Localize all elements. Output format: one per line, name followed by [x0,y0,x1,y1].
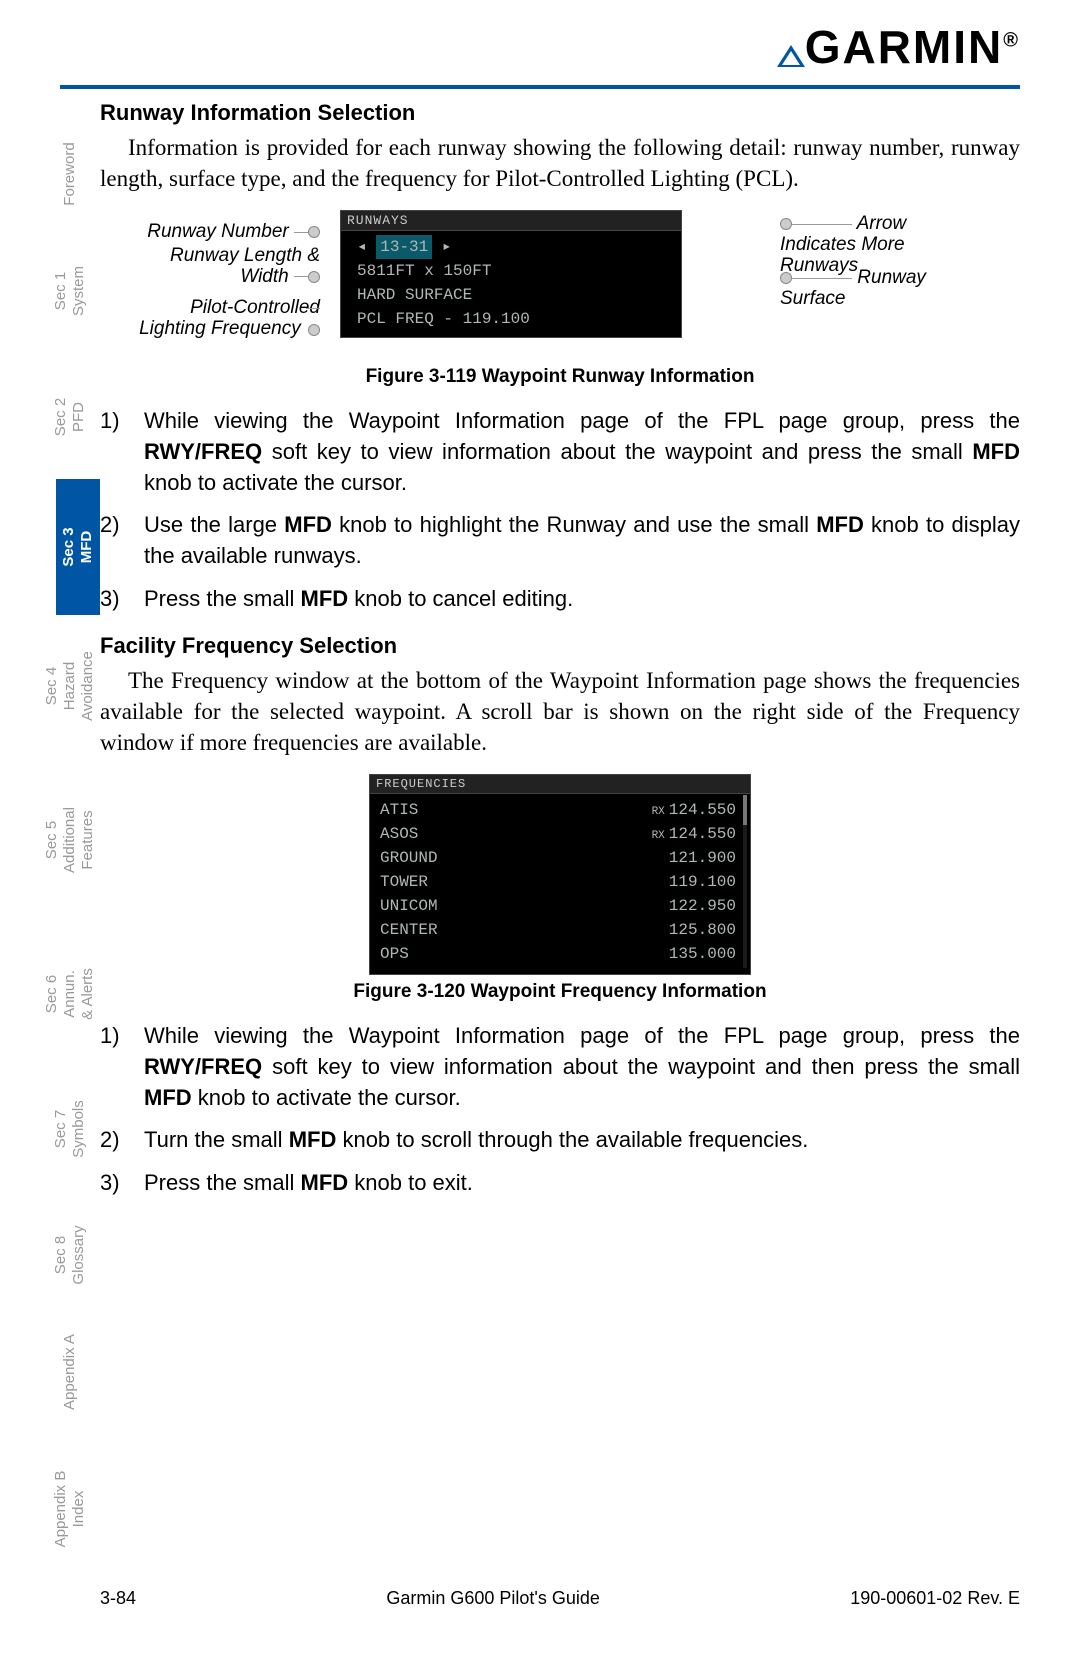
step-2: 2)Use the large MFD knob to highlight th… [100,510,1020,572]
callout-surface: Runway Surface [780,268,940,310]
figure-caption-120: Figure 3-120 Waypoint Frequency Informat… [100,981,1020,1003]
footer: 3-84 Garmin G600 Pilot's Guide 190-00601… [100,1588,1020,1609]
doc-title: Garmin G600 Pilot's Guide [386,1588,600,1609]
heading-runway-info: Runway Information Selection [100,100,1020,126]
step-1b: 1)While viewing the Waypoint Information… [100,1021,1020,1113]
freq-box-title: FREQUENCIES [370,775,750,794]
freq-row: TOWER119.100 [380,870,736,894]
main-content: Runway Information Selection Information… [100,100,1020,1217]
tab-sec5-additional[interactable]: Sec 5AdditionalFeatures [43,780,97,900]
step-3b: 3)Press the small MFD knob to exit. [100,1168,1020,1199]
figure-runway: Runway Number Runway Length & Width Pilo… [100,210,1020,360]
callout-pcl: Pilot-Controlled Lighting Frequency [130,298,320,361]
runway-id-selected[interactable]: 13-31 [376,235,432,259]
steps-frequency: 1)While viewing the Waypoint Information… [100,1021,1020,1199]
brand-logo: GARMIN® [777,20,1020,78]
tab-sec4-hazard[interactable]: Sec 4HazardAvoidance [43,626,97,746]
heading-facility-freq: Facility Frequency Selection [100,633,1020,659]
freq-scrollbar[interactable] [743,795,747,968]
tab-appendix-b[interactable]: Appendix BIndex [52,1449,88,1569]
tab-sec8-glossary[interactable]: Sec 8Glossary [52,1195,88,1315]
tab-sec6-annun[interactable]: Sec 6Annun.& Alerts [43,934,97,1054]
runway-box-title: RUNWAYS [341,211,681,231]
doc-rev: 190-00601-02 Rev. E [850,1588,1020,1609]
runway-dims: 5811FT x 150FT [357,259,671,283]
freq-row: GROUND121.900 [380,846,736,870]
freq-row: CENTER125.800 [380,918,736,942]
tab-appendix-a[interactable]: Appendix A [61,1312,79,1432]
steps-runway: 1)While viewing the Waypoint Information… [100,406,1020,615]
tab-sec1-system[interactable]: Sec 1System [52,231,88,351]
runway-pcl-freq: PCL FREQ - 119.100 [357,307,671,331]
scrollbar-thumb[interactable] [743,795,747,825]
runway-surface: HARD SURFACE [357,283,671,307]
callout-runway-number: Runway Number [130,222,320,243]
freq-row: ASOSRX124.550 [380,822,736,846]
para-runway-info: Information is provided for each runway … [100,132,1020,194]
brand-text: GARMIN [805,21,1004,73]
runway-id-row: ◂ 13-31 ▸ [357,235,671,259]
freq-row: OPS135.000 [380,942,736,966]
para-facility-freq: The Frequency window at the bottom of th… [100,665,1020,758]
runway-display-box: RUNWAYS ◂ 13-31 ▸ 5811FT x 150FT HARD SU… [340,210,682,338]
tab-sec3-mfd[interactable]: Sec 3MFD [56,479,100,615]
tab-sec7-symbols[interactable]: Sec 7Symbols [52,1069,88,1189]
callout-runway-length: Runway Length & Width [130,246,320,288]
step-1: 1)While viewing the Waypoint Information… [100,406,1020,498]
section-tabs: Foreword Sec 1System Sec 2PFD Sec 3MFD S… [50,130,90,1617]
logo-delta-icon [777,24,805,78]
figure-caption-119: Figure 3-119 Waypoint Runway Information [100,366,1020,388]
step-3: 3)Press the small MFD knob to cancel edi… [100,584,1020,615]
tab-sec2-pfd[interactable]: Sec 2PFD [52,357,88,477]
frequency-display-box: FREQUENCIES ATISRX124.550ASOSRX124.550GR… [369,774,751,975]
header-rule [60,85,1020,89]
freq-row: ATISRX124.550 [380,798,736,822]
freq-row: UNICOM122.950 [380,894,736,918]
page-number: 3-84 [100,1588,136,1609]
tab-foreword[interactable]: Foreword [61,114,79,234]
step-2b: 2)Turn the small MFD knob to scroll thro… [100,1125,1020,1156]
